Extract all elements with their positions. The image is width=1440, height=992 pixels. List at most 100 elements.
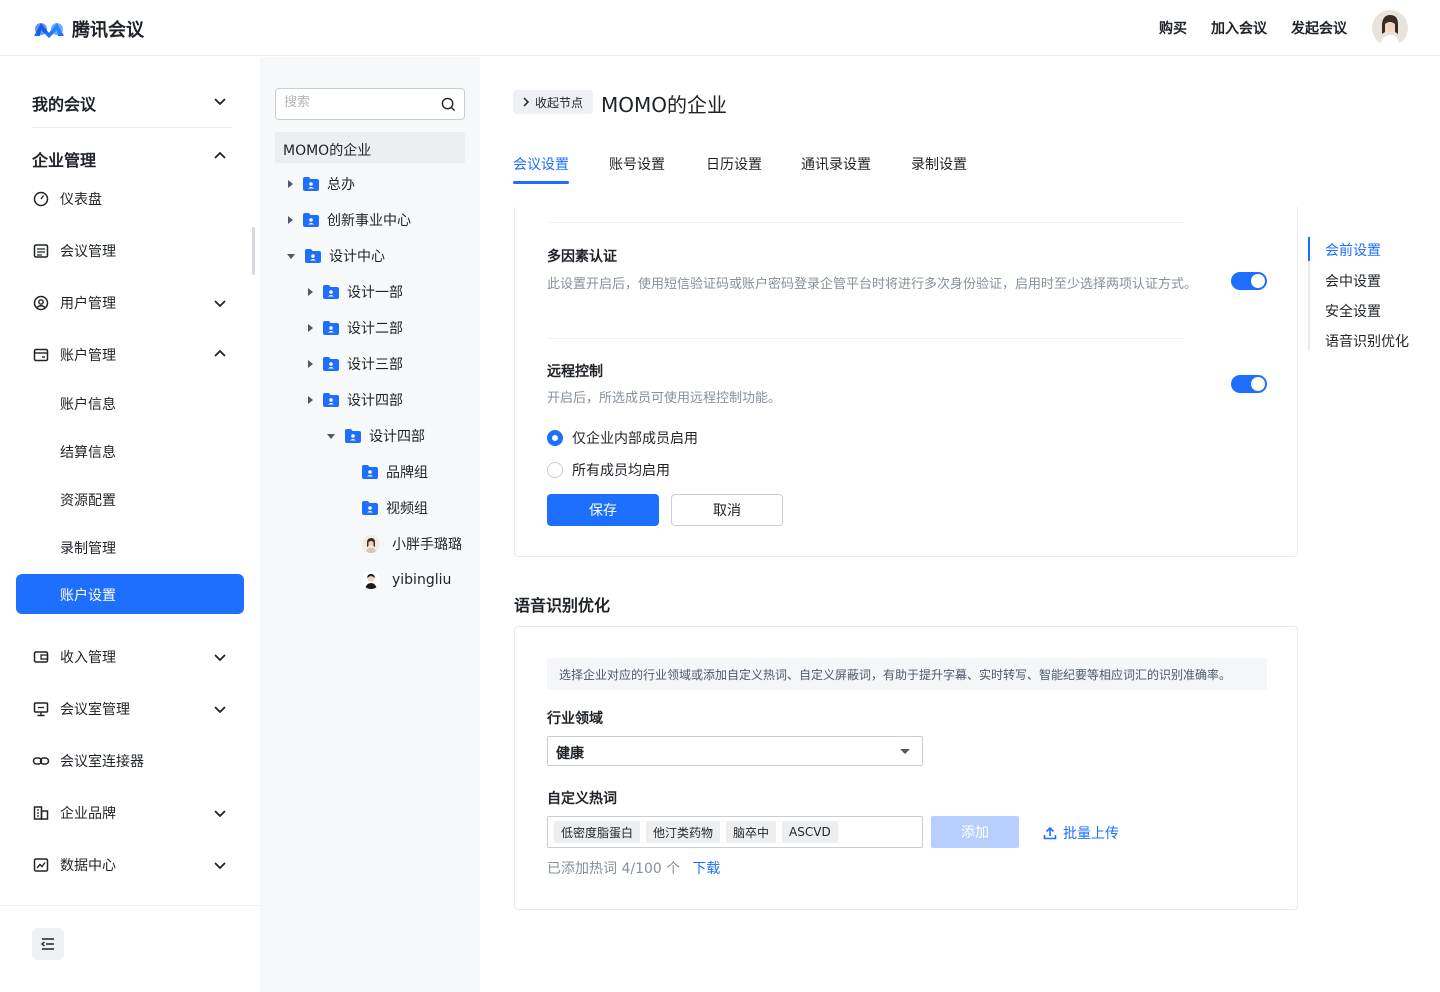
caret-right-icon[interactable] <box>288 180 293 188</box>
sidebar-item-room-connector[interactable]: 会议室连接器 <box>32 751 144 771</box>
search-icon[interactable] <box>441 97 456 112</box>
tab-account-settings[interactable]: 账号设置 <box>609 154 665 174</box>
chart-icon <box>33 858 49 872</box>
anchor-security[interactable]: 安全设置 <box>1325 301 1381 321</box>
caret-down-icon[interactable] <box>327 433 335 439</box>
sidebar-sub-resource-config[interactable]: 资源配置 <box>60 490 116 510</box>
radio-internal-only[interactable]: 仅企业内部成员启用 <box>547 428 698 448</box>
tree-node[interactable]: 视频组 <box>362 498 428 518</box>
search-input[interactable] <box>284 95 434 110</box>
logo[interactable]: 腾讯会议 <box>32 16 144 42</box>
sidebar-enterprise[interactable]: 企业管理 <box>32 147 96 171</box>
tencent-meeting-logo-icon <box>34 23 64 38</box>
industry-select[interactable]: 健康 <box>547 736 923 766</box>
sidebar-item-label: 收入管理 <box>60 650 116 666</box>
tree-node-label: 总办 <box>327 177 355 193</box>
tree-node[interactable]: 设计三部 <box>308 354 403 374</box>
sidebar-sub-recording-management[interactable]: 录制管理 <box>60 538 116 558</box>
anchor-in-meeting[interactable]: 会中设置 <box>1325 271 1381 291</box>
caret-right-icon[interactable] <box>288 216 293 224</box>
sidebar-item-account-management[interactable]: 账户管理 <box>32 345 116 365</box>
sidebar-item-meeting-management[interactable]: 会议管理 <box>32 241 116 261</box>
sidebar-sub-account-settings[interactable]: 账户设置 <box>16 574 244 614</box>
sidebar-divider <box>32 127 232 128</box>
tree-node[interactable]: 创新事业中心 <box>288 210 411 230</box>
sidebar-item-label: 会议室连接器 <box>60 754 144 770</box>
caret-right-icon[interactable] <box>308 288 313 296</box>
tree-search[interactable] <box>275 88 465 120</box>
tree-node[interactable]: 设计二部 <box>308 318 403 338</box>
department-folder-icon <box>323 321 339 335</box>
hotword-tag[interactable]: 他汀类药物 <box>646 821 721 843</box>
chevron-down-icon[interactable] <box>212 649 228 665</box>
tree-node[interactable]: 设计中心 <box>287 246 385 266</box>
hotword-tag[interactable]: ASCVD <box>782 821 838 843</box>
department-folder-icon <box>323 285 339 299</box>
chevron-down-icon[interactable] <box>212 805 228 821</box>
department-folder-icon <box>305 249 321 263</box>
chevron-up-icon[interactable] <box>212 148 228 164</box>
income-icon <box>33 651 49 663</box>
collapse-sidebar-button[interactable] <box>32 928 64 960</box>
nav-join-meeting[interactable]: 加入会议 <box>1211 18 1267 38</box>
user-avatar[interactable] <box>1372 10 1408 46</box>
caret-down-icon[interactable] <box>287 253 295 259</box>
nav-start-meeting[interactable]: 发起会议 <box>1291 18 1347 38</box>
caret-right-icon[interactable] <box>308 324 313 332</box>
radio-checked-icon <box>547 430 563 446</box>
chevron-up-icon[interactable] <box>212 346 228 362</box>
tree-node[interactable]: 设计一部 <box>308 282 403 302</box>
tree-node-label: 视频组 <box>386 501 428 517</box>
nav-buy[interactable]: 购买 <box>1159 18 1187 38</box>
chevron-down-icon[interactable] <box>212 857 228 873</box>
sidebar-item-label: 会议管理 <box>60 244 116 260</box>
caret-right-icon[interactable] <box>308 396 313 404</box>
mfa-toggle[interactable] <box>1231 272 1267 290</box>
meeting-room-icon <box>33 702 49 717</box>
chevron-down-icon[interactable] <box>212 701 228 717</box>
tree-node-label: 设计四部 <box>369 429 425 445</box>
radio-label: 所有成员均启用 <box>572 463 670 479</box>
cancel-button[interactable]: 取消 <box>671 494 783 526</box>
sidebar-item-income-management[interactable]: 收入管理 <box>32 647 116 667</box>
tree-member[interactable]: 小胖手璐璐 <box>362 534 462 554</box>
sidebar-scrollbar[interactable] <box>252 227 255 275</box>
tree-node[interactable]: 设计四部 <box>308 390 403 410</box>
sidebar-item-dashboard[interactable]: 仪表盘 <box>32 189 102 209</box>
radio-all-members[interactable]: 所有成员均启用 <box>547 460 670 480</box>
sidebar-item-meeting-room-management[interactable]: 会议室管理 <box>32 699 130 719</box>
tab-recording-settings[interactable]: 录制设置 <box>911 154 967 174</box>
department-folder-icon <box>303 177 319 191</box>
tab-meeting-settings[interactable]: 会议设置 <box>513 154 569 174</box>
sidebar-item-enterprise-brand[interactable]: 企业品牌 <box>32 803 116 823</box>
hotword-tag[interactable]: 低密度脂蛋白 <box>554 821 641 843</box>
tree-node[interactable]: 品牌组 <box>362 462 428 482</box>
tree-node[interactable]: 总办 <box>288 174 355 194</box>
sidebar-item-label: 会议室管理 <box>60 702 130 718</box>
save-button[interactable]: 保存 <box>547 494 659 526</box>
sidebar-item-user-management[interactable]: 用户管理 <box>32 293 116 313</box>
sidebar-my-meetings[interactable]: 我的会议 <box>32 91 96 115</box>
tree-root-node[interactable]: MOMO的企业 <box>275 132 465 163</box>
hotword-label: 自定义热词 <box>547 791 617 807</box>
tab-calendar-settings[interactable]: 日历设置 <box>706 154 762 174</box>
chevron-down-icon[interactable] <box>212 295 228 311</box>
caret-right-icon[interactable] <box>308 360 313 368</box>
tree-member[interactable]: yibingliu <box>362 570 451 590</box>
download-link[interactable]: 下载 <box>692 858 720 878</box>
tab-contacts-settings[interactable]: 通讯录设置 <box>801 154 871 174</box>
tree-node[interactable]: 设计四部 <box>327 426 425 446</box>
anchor-asr[interactable]: 语音识别优化 <box>1325 331 1409 351</box>
hotword-tag-input[interactable]: 低密度脂蛋白 他汀类药物 脑卒中 ASCVD <box>547 816 923 848</box>
anchor-pre-meeting[interactable]: 会前设置 <box>1325 240 1381 260</box>
collapse-nodes-button[interactable]: 收起节点 <box>513 90 593 114</box>
add-hotword-button[interactable]: 添加 <box>931 816 1019 848</box>
sidebar-sub-account-info[interactable]: 账户信息 <box>60 394 116 414</box>
anchor-active-indicator <box>1308 237 1310 261</box>
sidebar-item-data-center[interactable]: 数据中心 <box>32 855 116 875</box>
chevron-down-icon[interactable] <box>212 93 228 109</box>
remote-control-toggle[interactable] <box>1231 375 1267 393</box>
batch-upload-link[interactable]: 批量上传 <box>1043 823 1119 843</box>
hotword-tag[interactable]: 脑卒中 <box>726 821 777 843</box>
sidebar-sub-billing-info[interactable]: 结算信息 <box>60 442 116 462</box>
